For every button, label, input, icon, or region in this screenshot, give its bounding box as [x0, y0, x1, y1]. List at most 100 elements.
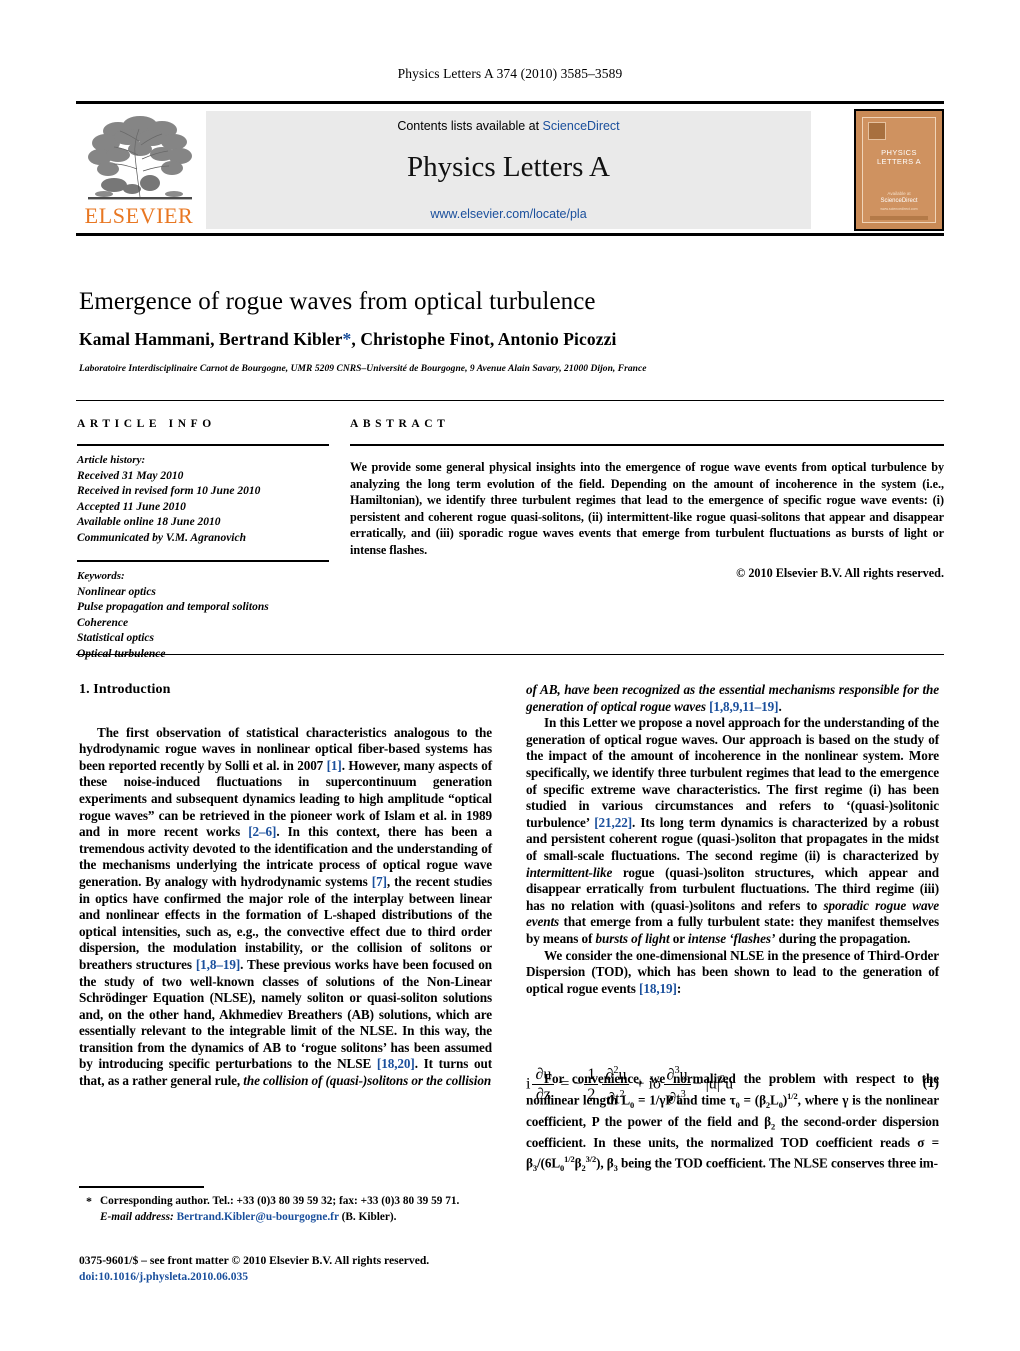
cover-foot-sciencedirect: ScienceDirect: [880, 198, 918, 204]
cover-foot-available: Available at: [887, 191, 911, 196]
citation-link[interactable]: [7]: [372, 874, 387, 889]
keyword-item: Statistical optics: [77, 632, 154, 644]
emphasis-text: intermittent-like: [526, 864, 613, 880]
body-text: during the propagation.: [775, 930, 911, 946]
keywords-group: Keywords: Nonlinear optics Pulse propaga…: [77, 569, 329, 662]
math-subscript: 0: [560, 1163, 565, 1174]
math-subscript: 2: [581, 1163, 586, 1174]
emphasis-text: bursts of light: [595, 930, 670, 946]
cover-bottom-bar: [870, 216, 928, 220]
eq-second-derivative-fraction: ∂2u ∂t2: [602, 1062, 630, 1108]
elsevier-logo: ELSEVIER: [78, 111, 200, 229]
footnote-email-label: E-mail address:: [100, 1210, 174, 1223]
cover-journal-name: PHYSICS LETTERS A: [876, 148, 922, 166]
band-rule-bottom: [76, 654, 944, 655]
journal-masthead: ELSEVIER Contents lists available at Sci…: [76, 101, 944, 236]
emphasis-text: intense ‘flashes’: [687, 930, 776, 946]
eq-half-fraction: 12: [584, 1066, 599, 1104]
body-text: . These previous works have been focused…: [79, 956, 492, 1072]
authors-rest: , Christophe Finot, Antonio Picozzi: [351, 329, 617, 349]
eq-lhs-i: i: [526, 1075, 531, 1093]
equation-1: i ∂u ∂z = −1 2 ∂2u ∂t2 + iσ ∂3u ∂t3− |u|2u (1): [526, 1062, 939, 1108]
eq-lhs-denominator: ∂z: [535, 1086, 551, 1104]
running-head: Physics Letters A 374 (2010) 3585–3589: [397, 66, 623, 81]
body-paragraph: We consider the one-dimensional NLSE in …: [526, 948, 939, 998]
eq-d2-denominator: ∂t2: [602, 1085, 629, 1107]
cover-logo-mark-icon: [868, 122, 886, 140]
body-text: field and β: [701, 1113, 771, 1129]
footnote-email-owner: (B. Kibler).: [341, 1210, 397, 1223]
journal-cover-thumbnail: PHYSICS LETTERS A Available at ScienceDi…: [854, 109, 944, 231]
history-item: Communicated by V.M. Agranovich: [77, 531, 247, 544]
masthead-rule-top: [76, 101, 944, 104]
eq-plus-i-sigma: + iσ: [635, 1075, 662, 1093]
sciencedirect-link[interactable]: ScienceDirect: [543, 119, 620, 133]
history-item: Accepted 11 June 2010: [77, 500, 186, 513]
eq-d3-denominator: ∂t3: [664, 1085, 691, 1107]
section-heading-introduction: 1. Introduction: [79, 682, 171, 697]
eq-d3-numerator: ∂3u: [663, 1062, 691, 1086]
keyword-item: Coherence: [77, 616, 129, 629]
affiliation: Laboratoire Interdisciplinaire Carnot de…: [79, 364, 647, 374]
contents-available-prefix: Contents lists available at: [397, 119, 543, 133]
footnote-email-line: E-mail address: Bertrand.Kibler@u-bourgo…: [100, 1210, 497, 1226]
math-superscript: 1/2: [564, 1154, 575, 1165]
abstract-column: ABSTRACT We provide some general physica…: [350, 400, 944, 654]
citation-link[interactable]: [18,20]: [377, 1056, 415, 1071]
eq-d2-dt: ∂t: [607, 1090, 620, 1108]
journal-url-link[interactable]: www.elsevier.com/locate/pla: [206, 207, 811, 221]
eq-half-denominator: 2: [587, 1086, 596, 1104]
body-paragraph: In this Letter we propose a novel approa…: [526, 715, 939, 947]
footnote-email-link[interactable]: Bertrand.Kibler@u-bourgogne.fr: [177, 1211, 339, 1223]
eq-d2-var: u: [618, 1066, 627, 1084]
left-paragraphs: The first observation of statistical cha…: [79, 725, 492, 1090]
citation-link[interactable]: [2–6]: [248, 824, 276, 839]
citation-link[interactable]: [21,22]: [594, 815, 632, 830]
citation-link[interactable]: [1,8,9,11–19]: [709, 699, 779, 714]
contents-available-line: Contents lists available at ScienceDirec…: [206, 119, 811, 133]
abstract-copyright: © 2010 Elsevier B.V. All rights reserved…: [736, 565, 944, 580]
body-column-left: 1. Introduction The first observation of…: [79, 682, 492, 1090]
eq-d3-dt: ∂t: [668, 1090, 681, 1108]
footnote-rule: [79, 1186, 204, 1188]
body-text: In this Letter we propose a novel approa…: [526, 715, 939, 830]
body-text: .: [778, 698, 782, 714]
paper-page: Physics Letters A 374 (2010) 3585–3589 E…: [0, 0, 1020, 1351]
page-title: Emergence of rogue waves from optical tu…: [79, 288, 596, 315]
body-text: :: [676, 980, 682, 996]
equation-1-number: (1): [922, 1076, 939, 1091]
eq-d2-den-order: 2: [619, 1089, 625, 1101]
citation-link[interactable]: [1]: [327, 758, 342, 773]
eq-equals-minus: = −: [560, 1075, 583, 1093]
math-superscript: 3/2: [585, 1154, 597, 1165]
emphasis-text: the collision of (quasi-)solitons or the…: [243, 1073, 492, 1089]
body-paragraph: The first observation of statistical cha…: [79, 725, 492, 1090]
eq-lhs-fraction: ∂u ∂z: [532, 1066, 555, 1104]
body-text: /(6L: [536, 1155, 561, 1171]
citation-link[interactable]: [1,8–19]: [196, 957, 240, 972]
keyword-item: Pulse propagation and temporal solitons: [77, 601, 269, 613]
abstract-heading: ABSTRACT: [350, 418, 450, 430]
citation-link[interactable]: [18,19]: [639, 981, 677, 996]
elsevier-wordmark: ELSEVIER: [84, 203, 194, 228]
issn-line: 0375-9601/$ – see front matter © 2010 El…: [79, 1254, 430, 1267]
cover-foot-url: www.sciencedirect.com: [880, 207, 918, 211]
history-item: Received 31 May 2010: [77, 469, 184, 482]
keywords-rule: [77, 560, 329, 562]
footnote-corresponding-author: * Corresponding author. Tel.: +33 (0)3 8…: [79, 1194, 497, 1225]
journal-title: Physics Letters A: [407, 151, 610, 183]
abstract-rule: [350, 444, 944, 446]
sciencedirect-panel: Contents lists available at ScienceDirec…: [206, 111, 811, 229]
article-history-group: Article history: Received 31 May 2010 Re…: [77, 453, 329, 546]
issn-copyright-block: 0375-9601/$ – see front matter © 2010 El…: [79, 1253, 519, 1284]
eq-d3-var: u: [679, 1066, 688, 1084]
doi-link[interactable]: doi:10.1016/j.physleta.2010.06.035: [79, 1269, 519, 1285]
eq-tail: − |u|: [692, 1075, 720, 1093]
body-text: or: [669, 930, 688, 946]
eq-d3-den-order: 3: [680, 1089, 686, 1101]
history-item: Available online 18 June 2010: [77, 516, 221, 528]
eq-lhs-numerator: ∂u: [532, 1066, 555, 1086]
eq-third-derivative-fraction: ∂3u ∂t3: [663, 1062, 691, 1108]
article-info-column: ARTICLE INFO Article history: Received 3…: [77, 400, 329, 660]
article-info-heading: ARTICLE INFO: [77, 418, 216, 430]
